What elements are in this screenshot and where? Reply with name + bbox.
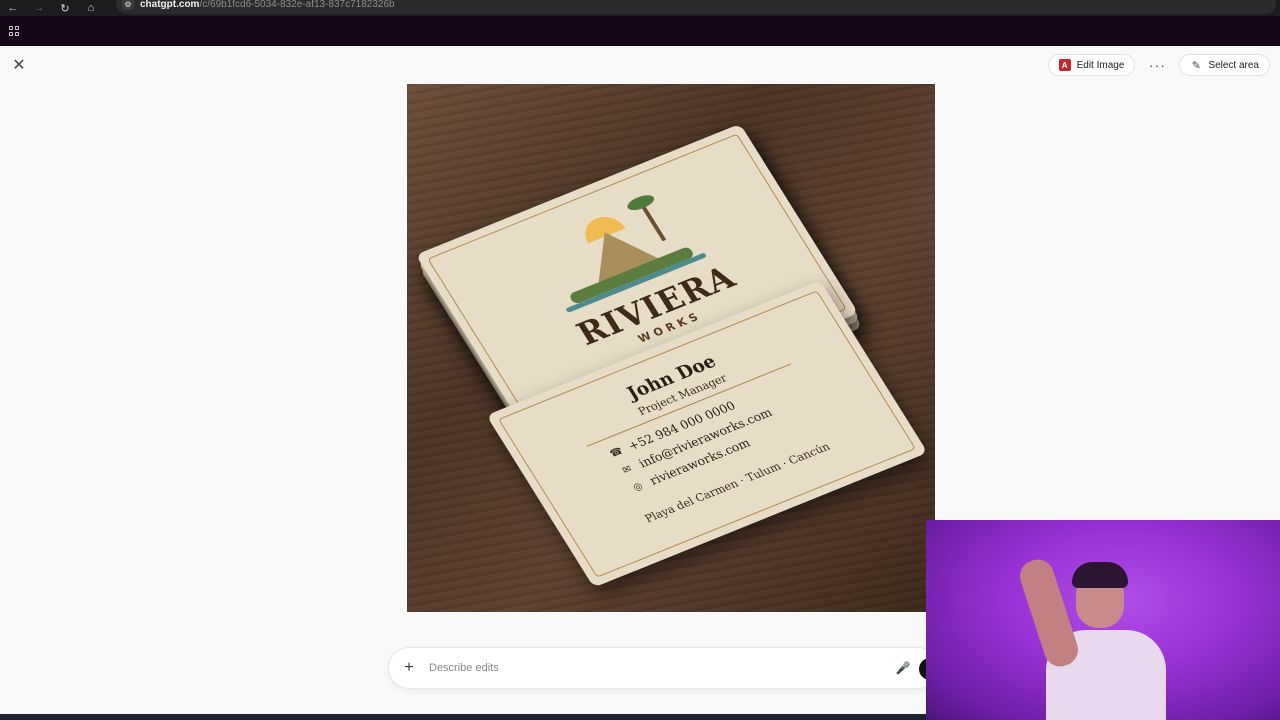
plus-icon[interactable]: +	[401, 659, 417, 676]
webcam-overlay	[926, 520, 1280, 720]
close-icon[interactable]: ✕	[10, 56, 28, 74]
taskbar-strip	[0, 714, 926, 720]
home-icon[interactable]: ⌂	[78, 0, 104, 16]
presenter-hair	[1072, 562, 1128, 588]
select-area-button[interactable]: ✎ Select area	[1179, 54, 1270, 76]
select-area-icon: ✎	[1191, 59, 1202, 72]
pdf-icon: A	[1058, 59, 1071, 71]
describe-edits-input[interactable]	[429, 662, 869, 674]
arrow-left-icon[interactable]: ←	[0, 0, 26, 16]
more-options-icon[interactable]: ···	[1147, 55, 1167, 75]
edit-prompt-bar: + 🎤	[388, 647, 940, 689]
viewer-actions: A Edit Image ··· ✎ Select area	[1047, 54, 1270, 76]
arrow-right-icon[interactable]: →	[26, 0, 52, 16]
reload-icon[interactable]: ↻	[52, 0, 78, 16]
generated-image[interactable]: RIVIERA WORKS Carpentry · Electrical · R…	[407, 84, 935, 612]
microphone-icon[interactable]: 🎤	[895, 660, 911, 676]
edit-image-label: Edit Image	[1076, 59, 1125, 71]
bookmarks-bar	[0, 16, 1280, 46]
select-area-label: Select area	[1208, 59, 1259, 71]
url-text[interactable]: chatgpt.com/c/69b1fcd6-5034-832e-af13-83…	[140, 0, 395, 10]
presenter-arm	[1015, 555, 1083, 671]
url-path: /c/69b1fcd6-5034-832e-af13-837c7182326b	[199, 0, 395, 10]
site-info-icon[interactable]: ⚙	[122, 0, 134, 10]
address-bar[interactable]: ⚙ chatgpt.com/c/69b1fcd6-5034-832e-af13-…	[116, 0, 1276, 14]
browser-toolbar: ← → ↻ ⌂ ⚙ chatgpt.com/c/69b1fcd6-5034-83…	[0, 0, 1280, 16]
edit-image-button[interactable]: A Edit Image	[1047, 54, 1136, 76]
apps-grid-icon[interactable]	[9, 25, 20, 37]
presenter-video	[1015, 550, 1166, 720]
url-host: chatgpt.com	[140, 0, 200, 10]
